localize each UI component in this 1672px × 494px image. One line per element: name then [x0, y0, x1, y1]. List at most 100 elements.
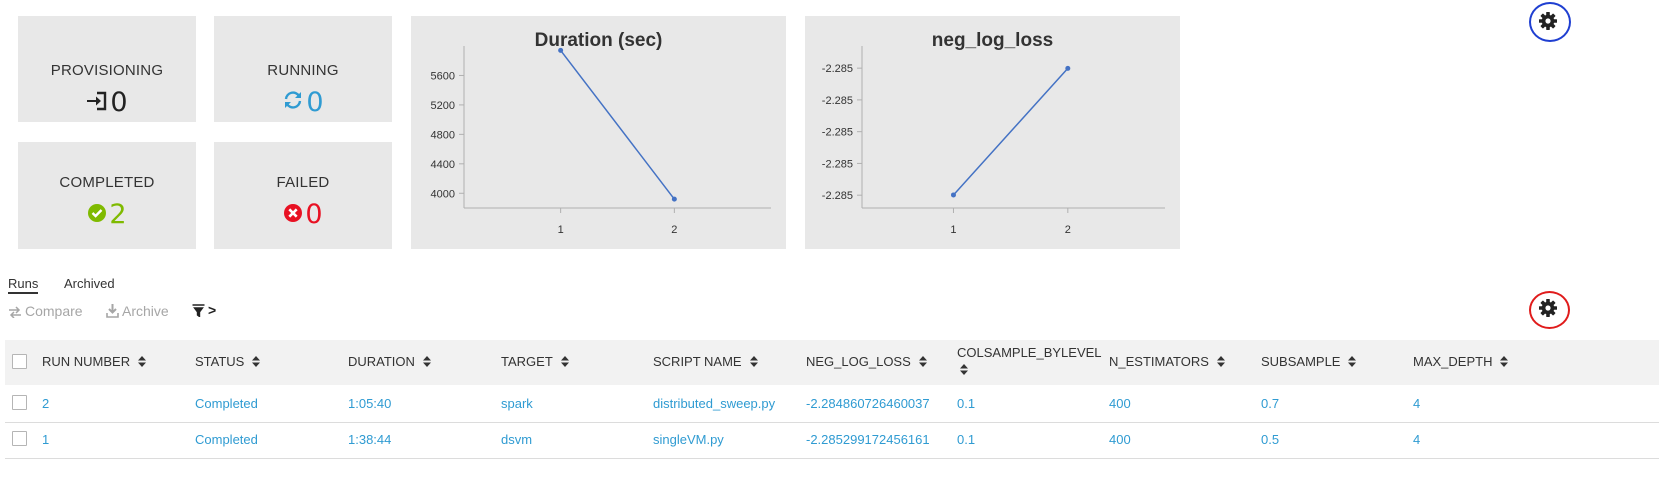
- archive-button[interactable]: Archive: [106, 303, 169, 319]
- chart-settings-gear-icon[interactable]: [1538, 11, 1560, 33]
- cell-neg-log-loss[interactable]: -2.284860726460037: [806, 396, 930, 411]
- y-tick-label: -2.285: [822, 190, 853, 202]
- series-line: [560, 49, 675, 200]
- cell-n-estimators[interactable]: 400: [1109, 432, 1131, 447]
- filter-icon: [192, 304, 205, 318]
- refresh-icon: [282, 87, 304, 118]
- download-icon: [106, 304, 119, 318]
- completed-label: COMPLETED: [59, 174, 155, 191]
- sort-icon[interactable]: [749, 355, 758, 370]
- failed-card: FAILED 0: [214, 142, 392, 249]
- header-label: N_ESTIMATORS: [1109, 354, 1209, 369]
- header-label: SCRIPT NAME: [653, 354, 742, 369]
- cell-script-name[interactable]: distributed_sweep.py: [653, 396, 775, 411]
- cell-target[interactable]: dsvm: [501, 432, 532, 447]
- tab-runs[interactable]: Runs: [8, 276, 39, 294]
- y-tick-label: -2.285: [822, 127, 853, 139]
- completed-value: 2: [18, 198, 196, 230]
- neg-log-loss-chart-card: neg_log_loss -2.285 -2.285 -2.285 -2.285 -2.…: [805, 16, 1180, 249]
- running-label: RUNNING: [267, 62, 339, 79]
- y-tick-label: -2.285: [822, 95, 853, 107]
- header-run-number[interactable]: RUN NUMBER: [42, 354, 147, 370]
- times-circle-icon: [283, 199, 303, 230]
- compare-label: Compare: [25, 303, 83, 319]
- compare-button[interactable]: Compare: [8, 303, 83, 319]
- failed-label: FAILED: [276, 174, 330, 191]
- cell-status[interactable]: Completed: [195, 396, 258, 411]
- x-tick-label: 2: [671, 224, 677, 236]
- cell-duration[interactable]: 1:05:40: [348, 396, 391, 411]
- cell-max-depth[interactable]: 4: [1413, 432, 1420, 447]
- header-max-depth[interactable]: MAX_DEPTH: [1413, 354, 1509, 370]
- header-status[interactable]: STATUS: [195, 354, 261, 370]
- provisioning-value: 0: [18, 86, 196, 118]
- header-label: DURATION: [348, 354, 415, 369]
- provisioning-label: PROVISIONING: [50, 62, 164, 79]
- cell-colsample-bylevel[interactable]: 0.1: [957, 396, 975, 411]
- row-checkbox[interactable]: [12, 431, 27, 446]
- cell-target[interactable]: spark: [501, 396, 533, 411]
- header-label: RUN NUMBER: [42, 354, 131, 369]
- sort-icon[interactable]: [918, 355, 927, 370]
- cell-run-number[interactable]: 2: [42, 396, 49, 411]
- sort-icon[interactable]: [138, 355, 147, 370]
- cell-duration[interactable]: 1:38:44: [348, 432, 391, 447]
- table-row[interactable]: 2 Completed 1:05:40 spark distributed_sweep.…: [5, 385, 1659, 423]
- filter-chevron: >: [208, 302, 217, 318]
- x-tick-label: 1: [950, 224, 956, 236]
- header-n-estimators[interactable]: N_ESTIMATORS: [1109, 354, 1225, 370]
- header-duration[interactable]: DURATION: [348, 354, 431, 370]
- cell-colsample-bylevel[interactable]: 0.1: [957, 432, 975, 447]
- provisioning-card: PROVISIONING 0: [18, 16, 196, 122]
- cell-run-number[interactable]: 1: [42, 432, 49, 447]
- sign-in-icon: [86, 87, 108, 118]
- header-colsample-bylevel[interactable]: COLSAMPLE_BYLEVEL: [957, 345, 1102, 378]
- header-label: SUBSAMPLE: [1261, 354, 1341, 369]
- cell-subsample[interactable]: 0.7: [1261, 396, 1279, 411]
- y-tick-label: -2.285: [822, 158, 853, 170]
- sort-icon[interactable]: [1216, 355, 1225, 370]
- data-point[interactable]: [950, 192, 956, 198]
- sort-icon[interactable]: [252, 355, 261, 370]
- duration-chart-card: Duration (sec) 4000 4400 4800 5200 5600 1 2: [411, 16, 786, 249]
- data-point[interactable]: [671, 196, 677, 202]
- neg-log-loss-chart: -2.285 -2.285 -2.285 -2.285 -2.285 1 2: [822, 46, 1165, 236]
- header-target[interactable]: TARGET: [501, 354, 569, 370]
- y-tick-label: 5200: [431, 100, 455, 112]
- archive-label: Archive: [122, 303, 169, 319]
- header-subsample[interactable]: SUBSAMPLE: [1261, 354, 1357, 370]
- filter-button[interactable]: >: [192, 302, 216, 318]
- cell-status[interactable]: Completed: [195, 432, 258, 447]
- provisioning-count: 0: [110, 87, 128, 118]
- sort-icon[interactable]: [422, 355, 431, 370]
- tab-archived[interactable]: Archived: [64, 276, 115, 291]
- table-row[interactable]: 1 Completed 1:38:44 dsvm singleVM.py -2.28529…: [5, 421, 1659, 459]
- x-tick-label: 1: [558, 224, 564, 236]
- cell-subsample[interactable]: 0.5: [1261, 432, 1279, 447]
- sort-icon[interactable]: [1348, 355, 1357, 370]
- sort-icon[interactable]: [560, 355, 569, 370]
- cell-max-depth[interactable]: 4: [1413, 396, 1420, 411]
- compare-icon: [9, 306, 21, 319]
- header-neg-log-loss[interactable]: NEG_LOG_LOSS: [806, 354, 927, 370]
- check-circle-icon: [87, 199, 107, 230]
- sort-icon[interactable]: [960, 363, 968, 378]
- cell-script-name[interactable]: singleVM.py: [653, 432, 724, 447]
- header-label: STATUS: [195, 354, 245, 369]
- select-all-checkbox[interactable]: [12, 354, 27, 369]
- row-checkbox[interactable]: [12, 395, 27, 410]
- y-tick-label: 5600: [431, 70, 455, 82]
- header-label: TARGET: [501, 354, 553, 369]
- running-count: 0: [306, 87, 324, 118]
- header-script-name[interactable]: SCRIPT NAME: [653, 354, 758, 370]
- cell-neg-log-loss[interactable]: -2.285299172456161: [806, 432, 930, 447]
- sort-icon[interactable]: [1500, 355, 1509, 370]
- running-value: 0: [214, 86, 392, 118]
- data-point[interactable]: [1065, 65, 1071, 71]
- failed-count: 0: [305, 199, 323, 230]
- data-point[interactable]: [558, 47, 564, 53]
- header-label: COLSAMPLE_BYLEVEL: [957, 345, 1102, 360]
- y-tick-label: 4000: [431, 188, 455, 200]
- table-settings-gear-icon[interactable]: [1538, 298, 1560, 320]
- cell-n-estimators[interactable]: 400: [1109, 396, 1131, 411]
